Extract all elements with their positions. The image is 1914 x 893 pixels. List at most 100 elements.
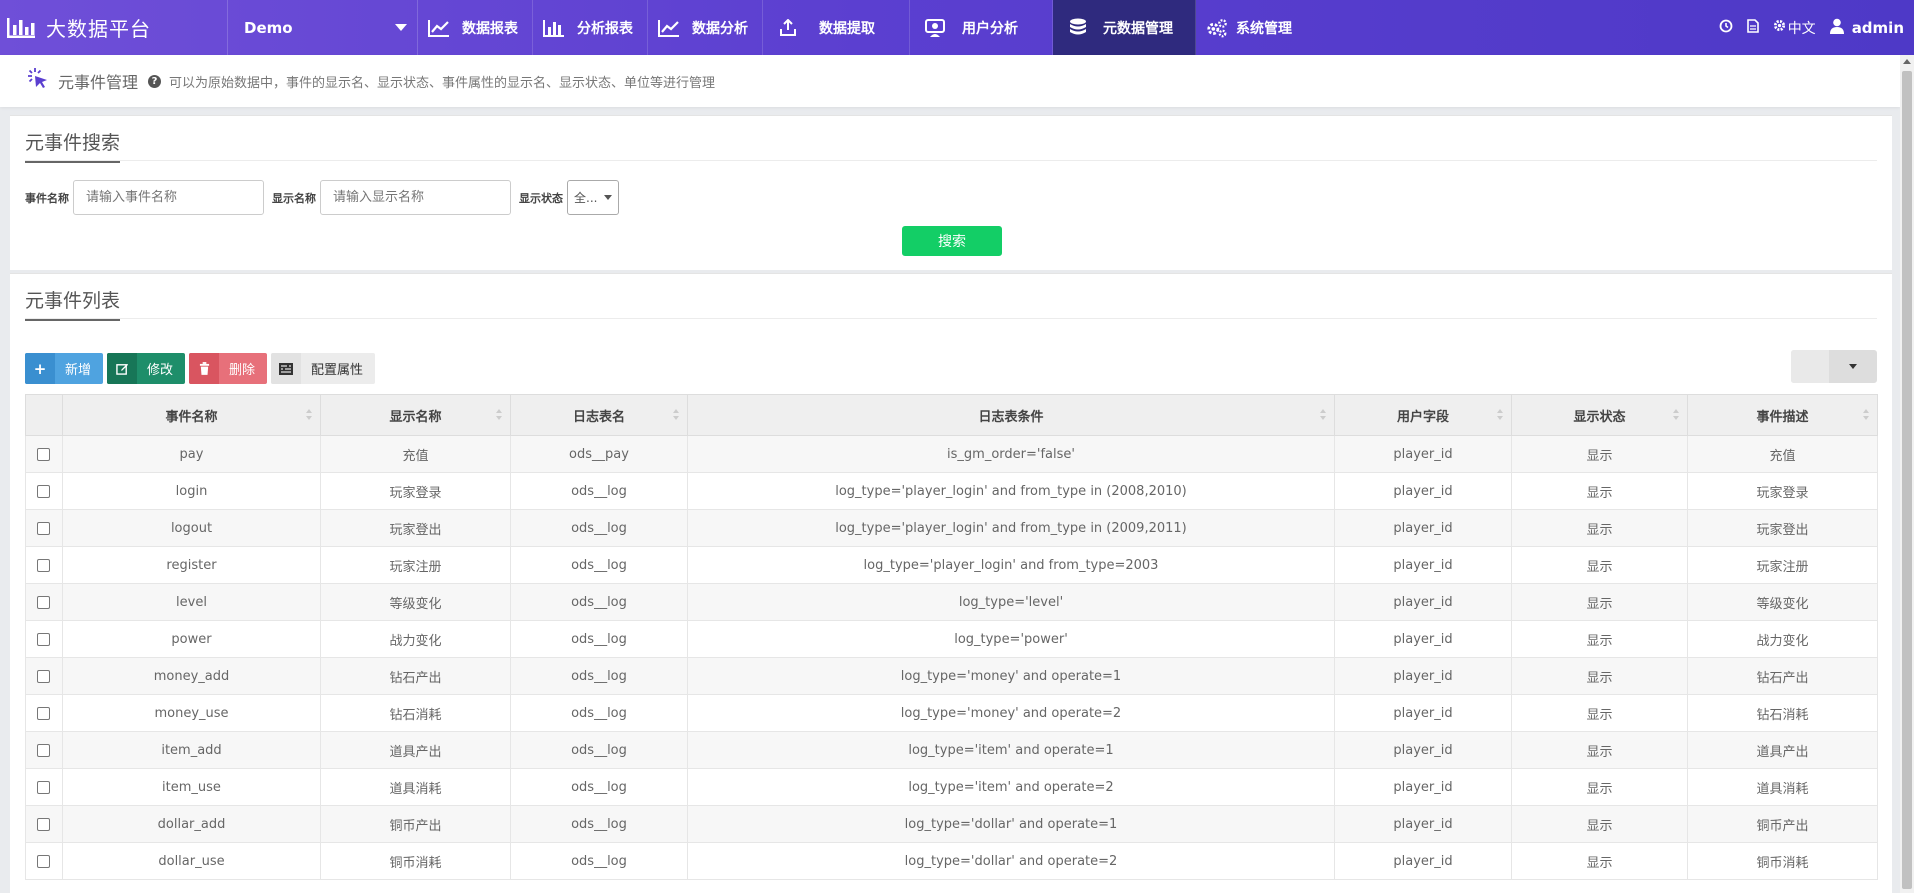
table-row[interactable]: logout 玩家登出 ods__log log_type='player_login… (25, 509, 1878, 547)
config-attributes-button[interactable]: 配置属性 (271, 353, 376, 384)
table-row[interactable]: item_use 道具消耗 ods__log log_type='item' and … (25, 768, 1878, 806)
search-panel: 元事件搜索 事件名称 显示名称 显示状态 全... 搜索 (10, 115, 1892, 270)
nav-item-data-extract[interactable]: 数据提取 (763, 0, 910, 55)
column-header[interactable]: 用户字段 (1334, 394, 1512, 436)
row-checkbox[interactable] (37, 558, 50, 572)
table-header-row: 事件名称 显示名称 日志表名 日志表条件 用户字段 显示状态 事件描述 (25, 394, 1878, 436)
row-checkbox[interactable] (37, 447, 50, 461)
display-status-select[interactable]: 全... (567, 180, 619, 215)
help-icon[interactable]: ? (148, 74, 162, 88)
project-selector[interactable]: Demo (228, 0, 418, 55)
table-cell: 显示 (1511, 435, 1688, 473)
column-header[interactable]: 事件名称 (62, 394, 321, 436)
table-cell: ods__log (510, 842, 688, 880)
column-header[interactable]: 日志表名 (510, 394, 688, 436)
table-cell: player_id (1334, 509, 1512, 547)
row-checkbox[interactable] (37, 780, 50, 794)
config-button-label: 配置属性 (311, 363, 364, 378)
page-scrollbar[interactable] (1900, 55, 1914, 893)
row-checkbox[interactable] (37, 484, 50, 498)
row-checkbox[interactable] (37, 595, 50, 609)
table-cell: 玩家登录 (320, 472, 511, 510)
table-cell: 钻石消耗 (1687, 694, 1878, 732)
display-status-value: 全... (574, 191, 598, 205)
bar-chart-logo-icon (7, 17, 35, 38)
display-name-input[interactable] (320, 180, 511, 215)
nav-item-user-analysis[interactable]: 用户分析 (910, 0, 1053, 55)
nav-item-analysis-report[interactable]: 分析报表 (533, 0, 648, 55)
row-checkbox[interactable] (37, 521, 50, 535)
table-cell: player_id (1334, 657, 1512, 695)
row-checkbox[interactable] (37, 854, 50, 868)
document-icon[interactable] (1746, 18, 1759, 37)
table-cell: log_type='item' and operate=1 (687, 731, 1335, 769)
table-row[interactable]: item_add 道具产出 ods__log log_type='item' and … (25, 731, 1878, 769)
search-button[interactable]: 搜索 (902, 226, 1002, 256)
line-chart-icon (658, 17, 680, 39)
table-row[interactable]: money_use 钻石消耗 ods__log log_type='money' an… (25, 694, 1878, 732)
event-name-input[interactable] (73, 180, 264, 215)
table-cell: player_id (1334, 842, 1512, 880)
clock-icon[interactable] (1719, 19, 1733, 37)
scroll-up-icon[interactable] (1903, 59, 1911, 64)
table-cell: item_add (62, 731, 321, 769)
table-cell: money_use (62, 694, 321, 732)
page-description: 可以为原始数据中，事件的显示名、显示状态、事件属性的显示名、显示状态、单位等进行… (169, 75, 716, 91)
table-cell: 玩家登录 (1687, 472, 1878, 510)
brand[interactable]: 大数据平台 (0, 0, 228, 55)
row-checkbox[interactable] (37, 706, 50, 720)
nav-item-label: 分析报表 (577, 20, 633, 37)
table-row[interactable]: dollar_use 铜币消耗 ods__log log_type='dollar' … (25, 842, 1878, 880)
nav-item-label: 用户分析 (962, 20, 1018, 37)
list-panel: 元事件列表 + 新增 修改 删除 配置属性 事件名称 显示名称 日志表名 日志表… (10, 273, 1892, 893)
add-button-label: 新增 (65, 363, 92, 378)
event-name-label: 事件名称 (25, 191, 69, 205)
table-cell: player_id (1334, 435, 1512, 473)
language-switch[interactable]: 中文 (1773, 18, 1816, 38)
row-checkbox[interactable] (37, 743, 50, 757)
column-header[interactable]: 显示状态 (1511, 394, 1688, 436)
user-menu[interactable]: admin (1829, 18, 1904, 38)
nav-item-metadata[interactable]: 元数据管理 (1053, 0, 1196, 55)
nav-item-data-analysis[interactable]: 数据分析 (648, 0, 763, 55)
columns-toggle-dropdown[interactable] (1829, 350, 1877, 383)
delete-button-label: 删除 (229, 363, 256, 378)
table-cell: ods__log (510, 805, 688, 843)
row-checkbox[interactable] (37, 817, 50, 831)
table-row[interactable]: pay 充值 ods__pay is_gm_order='false' player_i… (25, 435, 1878, 473)
edit-icon (107, 353, 138, 384)
gears-icon (1206, 17, 1228, 39)
table-cell: 钻石产出 (320, 657, 511, 695)
display-name-label: 显示名称 (272, 191, 316, 205)
table-cell: 道具产出 (1687, 731, 1878, 769)
table-cell: 等级变化 (1687, 583, 1878, 621)
search-panel-title: 元事件搜索 (25, 128, 121, 163)
table-row[interactable]: money_add 钻石产出 ods__log log_type='money' an… (25, 657, 1878, 695)
row-checkbox[interactable] (37, 669, 50, 683)
table-cell: 等级变化 (320, 583, 511, 621)
bar-chart-icon (543, 17, 565, 39)
row-checkbox[interactable] (37, 632, 50, 646)
delete-button[interactable]: 删除 (189, 353, 268, 384)
column-header[interactable]: 事件描述 (1687, 394, 1878, 436)
column-header[interactable]: 显示名称 (320, 394, 511, 436)
table-row[interactable]: login 玩家登录 ods__log log_type='player_login'… (25, 472, 1878, 510)
nav-item-data-report[interactable]: 数据报表 (418, 0, 533, 55)
table-row[interactable]: level 等级变化 ods__log log_type='level' player_… (25, 583, 1878, 621)
row-checkbox-cell (25, 694, 63, 732)
edit-button[interactable]: 修改 (107, 353, 186, 384)
nav-item-system[interactable]: 系统管理 (1196, 0, 1306, 55)
table-cell: player_id (1334, 546, 1512, 584)
scrollbar-thumb[interactable] (1902, 71, 1912, 889)
table-cell: ods__log (510, 694, 688, 732)
table-cell: 显示 (1511, 583, 1688, 621)
column-header[interactable]: 日志表条件 (687, 394, 1335, 436)
table-row[interactable]: dollar_add 铜币产出 ods__log log_type='dollar' … (25, 805, 1878, 843)
columns-toggle-button[interactable] (1791, 350, 1877, 383)
divider (25, 318, 1877, 319)
table-row[interactable]: power 战力变化 ods__log log_type='power' player_… (25, 620, 1878, 658)
table-row[interactable]: register 玩家注册 ods__log log_type='player_log… (25, 546, 1878, 584)
add-button[interactable]: + 新增 (25, 353, 104, 384)
table-cell: player_id (1334, 620, 1512, 658)
table-cell: ods__log (510, 583, 688, 621)
